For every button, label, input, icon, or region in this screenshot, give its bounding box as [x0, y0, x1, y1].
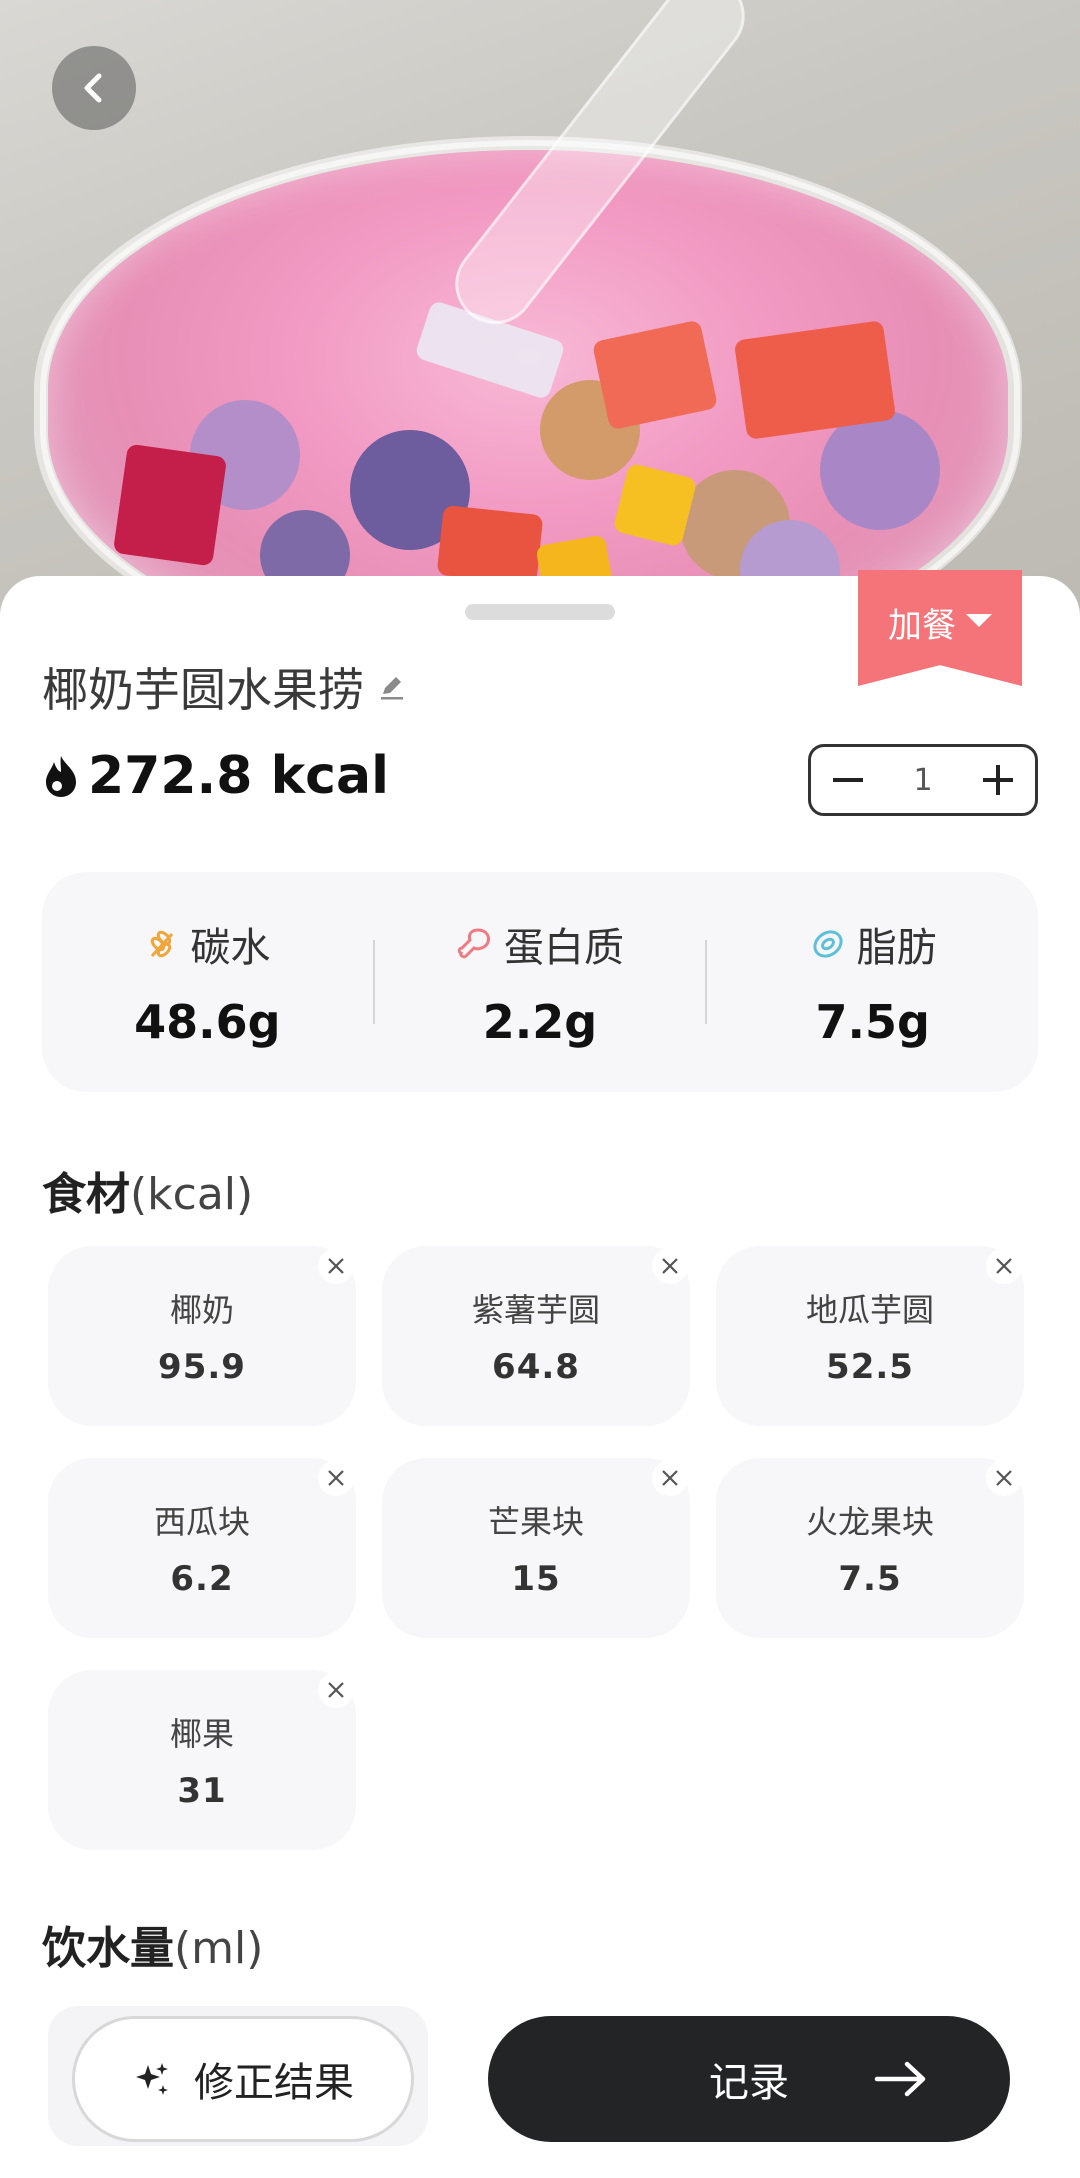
watermelon-cube — [733, 320, 897, 440]
quantity-stepper[interactable]: 1 — [808, 744, 1038, 816]
ingredients-unit: (kcal) — [130, 1169, 254, 1220]
watermelon-cube — [436, 504, 544, 586]
ingredients-heading: 食材(kcal) — [42, 1158, 253, 1222]
close-icon[interactable] — [318, 1672, 354, 1708]
ingredient-kcal: 31 — [177, 1771, 227, 1811]
ingredient-kcal: 52.5 — [826, 1347, 914, 1387]
calorie-value: 272.8 kcal — [88, 746, 389, 806]
water-heading: 饮水量(ml) — [42, 1912, 263, 1976]
ingredient-kcal: 95.9 — [158, 1347, 246, 1387]
taro-ball — [820, 410, 940, 530]
ingredient-kcal: 64.8 — [492, 1347, 580, 1387]
macros-panel: 碳水 48.6g 蛋白质 2.2g 脂肪 7.5g — [42, 872, 1038, 1092]
food-detail-sheet: 加餐 椰奶芋圆水果捞 272.8 kcal 1 碳水 48.6g 蛋白质 2.2… — [0, 570, 1080, 2178]
ingredient-card[interactable]: 火龙果块 7.5 — [716, 1458, 1024, 1638]
chevron-left-icon — [84, 73, 102, 103]
ingredient-name: 紫薯芋圆 — [471, 1291, 600, 1329]
caret-down-icon — [966, 614, 992, 627]
pencil-icon[interactable] — [378, 673, 406, 701]
close-icon[interactable] — [318, 1460, 354, 1496]
ingredient-name: 椰果 — [169, 1715, 234, 1753]
macro-value: 48.6g — [134, 995, 281, 1049]
macro-value: 7.5g — [815, 995, 930, 1049]
macro-label: 脂肪 — [856, 925, 937, 971]
sparkle-icon — [136, 2063, 168, 2095]
macro-label: 蛋白质 — [504, 925, 624, 971]
record-label: 记录 — [709, 2060, 789, 2106]
dragonfruit-cube — [112, 443, 228, 567]
ingredient-name: 火龙果块 — [805, 1503, 934, 1541]
ingredient-name: 椰奶 — [169, 1291, 234, 1329]
avocado-icon — [813, 930, 843, 958]
meal-type-selector[interactable]: 加餐 — [858, 570, 1022, 686]
macro-value: 2.2g — [482, 995, 598, 1049]
macro-label: 碳水 — [190, 925, 271, 971]
ingredient-card[interactable]: 西瓜块 6.2 — [48, 1458, 356, 1638]
arrow-right-icon — [874, 2061, 926, 2097]
water-title: 饮水量 — [42, 1923, 174, 1974]
close-icon[interactable] — [986, 1248, 1022, 1284]
food-name-row[interactable]: 椰奶芋圆水果捞 — [42, 654, 406, 720]
minus-icon[interactable] — [833, 778, 863, 782]
close-icon[interactable] — [652, 1248, 688, 1284]
food-photo — [0, 0, 1080, 620]
flame-icon — [46, 756, 76, 797]
close-icon[interactable] — [318, 1248, 354, 1284]
drumstick-icon — [457, 928, 490, 959]
food-name: 椰奶芋圆水果捞 — [42, 663, 364, 717]
macro-fat: 脂肪 7.5g — [707, 915, 1038, 1049]
ingredient-name: 地瓜芋圆 — [805, 1291, 934, 1329]
meal-type-label: 加餐 — [888, 606, 956, 646]
ingredient-kcal: 15 — [511, 1559, 561, 1599]
macro-protein: 蛋白质 2.2g — [375, 915, 706, 1049]
quantity-value[interactable]: 1 — [913, 763, 932, 798]
fix-result-label: 修正结果 — [194, 2060, 354, 2106]
record-button[interactable]: 记录 — [488, 2016, 1010, 2142]
fix-result-button[interactable]: 修正结果 — [72, 2016, 414, 2142]
ingredient-card[interactable]: 椰奶 95.9 — [48, 1246, 356, 1426]
plus-icon[interactable] — [983, 765, 1013, 795]
ingredient-name: 西瓜块 — [153, 1503, 250, 1541]
ingredient-card[interactable]: 椰果 31 — [48, 1670, 356, 1850]
ingredient-kcal: 6.2 — [170, 1559, 234, 1599]
ingredient-name: 芒果块 — [487, 1503, 584, 1541]
water-unit: (ml) — [174, 1923, 264, 1974]
calorie-row: 272.8 kcal — [42, 746, 389, 806]
ingredients-title: 食材 — [42, 1169, 130, 1220]
back-button[interactable] — [52, 46, 136, 130]
wheat-icon — [151, 930, 174, 958]
macro-carbs: 碳水 48.6g — [42, 915, 373, 1049]
close-icon[interactable] — [652, 1460, 688, 1496]
ingredient-card[interactable]: 地瓜芋圆 52.5 — [716, 1246, 1024, 1426]
ingredient-card[interactable]: 芒果块 15 — [382, 1458, 690, 1638]
close-icon[interactable] — [986, 1460, 1022, 1496]
ingredient-card[interactable]: 紫薯芋圆 64.8 — [382, 1246, 690, 1426]
drag-handle[interactable] — [465, 604, 615, 620]
ingredient-kcal: 7.5 — [838, 1559, 902, 1599]
